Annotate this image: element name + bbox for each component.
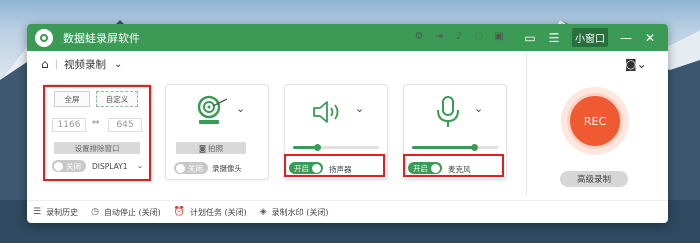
microphone-icon: [437, 96, 459, 127]
alarm-icon: ⏰: [173, 207, 185, 217]
watermark-item[interactable]: ◈ 录制水印 (关闭): [260, 207, 329, 218]
menu-icon[interactable]: ☰: [542, 24, 566, 51]
app-window: 数据蛙录屏软件 ▭ ☰ 小窗口 — ✕ ⌂ | 视频录制 ⌄ ⚙ ⇥ ♪ ◌ ▣…: [27, 24, 668, 223]
advanced-record-button[interactable]: 高级录制: [560, 171, 628, 187]
auto-stop-item[interactable]: ◷ 自动停止 (关闭): [91, 207, 161, 218]
screenshot-camera-icon[interactable]: ◙⌄: [625, 57, 647, 71]
webcam-icon: [197, 95, 228, 124]
mini-window-button[interactable]: 小窗口: [572, 28, 608, 47]
volume-icon[interactable]: ♪: [451, 28, 467, 44]
list-icon: ☰: [33, 207, 42, 217]
tool-icons: ⚙ ⇥ ♪ ◌ ▣: [411, 28, 507, 44]
title-bar: 数据蛙录屏软件 ▭ ☰ 小窗口 — ✕: [27, 24, 668, 51]
minimize-icon[interactable]: —: [614, 24, 638, 51]
mouse-icon[interactable]: ◌: [471, 28, 487, 44]
speaker-icon: [313, 101, 339, 123]
rec-button-ring: REC: [561, 87, 629, 155]
gear-icon[interactable]: ⚙: [411, 28, 427, 44]
speaker-volume-slider[interactable]: [293, 144, 379, 151]
rec-button[interactable]: REC: [567, 93, 623, 149]
chat-icon[interactable]: ▭: [518, 24, 542, 51]
app-title: 数据蛙录屏软件: [63, 31, 140, 45]
chevron-down-icon[interactable]: ⌄: [474, 102, 483, 115]
chevron-down-icon[interactable]: ⌄: [355, 102, 364, 115]
panel-divider: [526, 51, 527, 196]
camera-label: 录摄像头: [212, 164, 242, 173]
mic-volume-slider[interactable]: [412, 144, 498, 151]
camera-panel: ⌄ ◙ 拍照 关闭 录摄像头: [165, 84, 269, 180]
history-item[interactable]: ☰ 录制历史: [33, 207, 78, 218]
highlight-box-screen: [43, 85, 151, 181]
highlight-box-speaker: [284, 154, 385, 177]
camera-icon: ◙: [198, 143, 207, 153]
watermark-icon: ◈: [259, 207, 267, 217]
schedule-item[interactable]: ⏰ 计划任务 (关闭): [174, 207, 247, 218]
close-icon[interactable]: ✕: [638, 24, 662, 51]
chevron-down-icon[interactable]: ⌄: [114, 59, 122, 70]
mode-label[interactable]: 视频录制: [64, 57, 106, 72]
chevron-down-icon[interactable]: ⌄: [236, 102, 245, 115]
highlight-box-mic: [403, 154, 504, 177]
status-bar: ☰ 录制历史 ◷ 自动停止 (关闭) ⏰ 计划任务 (关闭) ◈ 录制水印 (关闭): [27, 200, 668, 223]
fit-icon[interactable]: ▣: [491, 28, 507, 44]
toolbar: ⌂ | 视频录制 ⌄: [41, 57, 123, 72]
app-logo-icon: [35, 28, 53, 47]
home-icon[interactable]: ⌂: [41, 57, 49, 71]
photo-button[interactable]: ◙ 拍照: [176, 142, 246, 154]
clock-icon: ◷: [91, 207, 99, 217]
camera-toggle[interactable]: 关闭: [174, 162, 208, 174]
export-icon[interactable]: ⇥: [431, 28, 447, 44]
